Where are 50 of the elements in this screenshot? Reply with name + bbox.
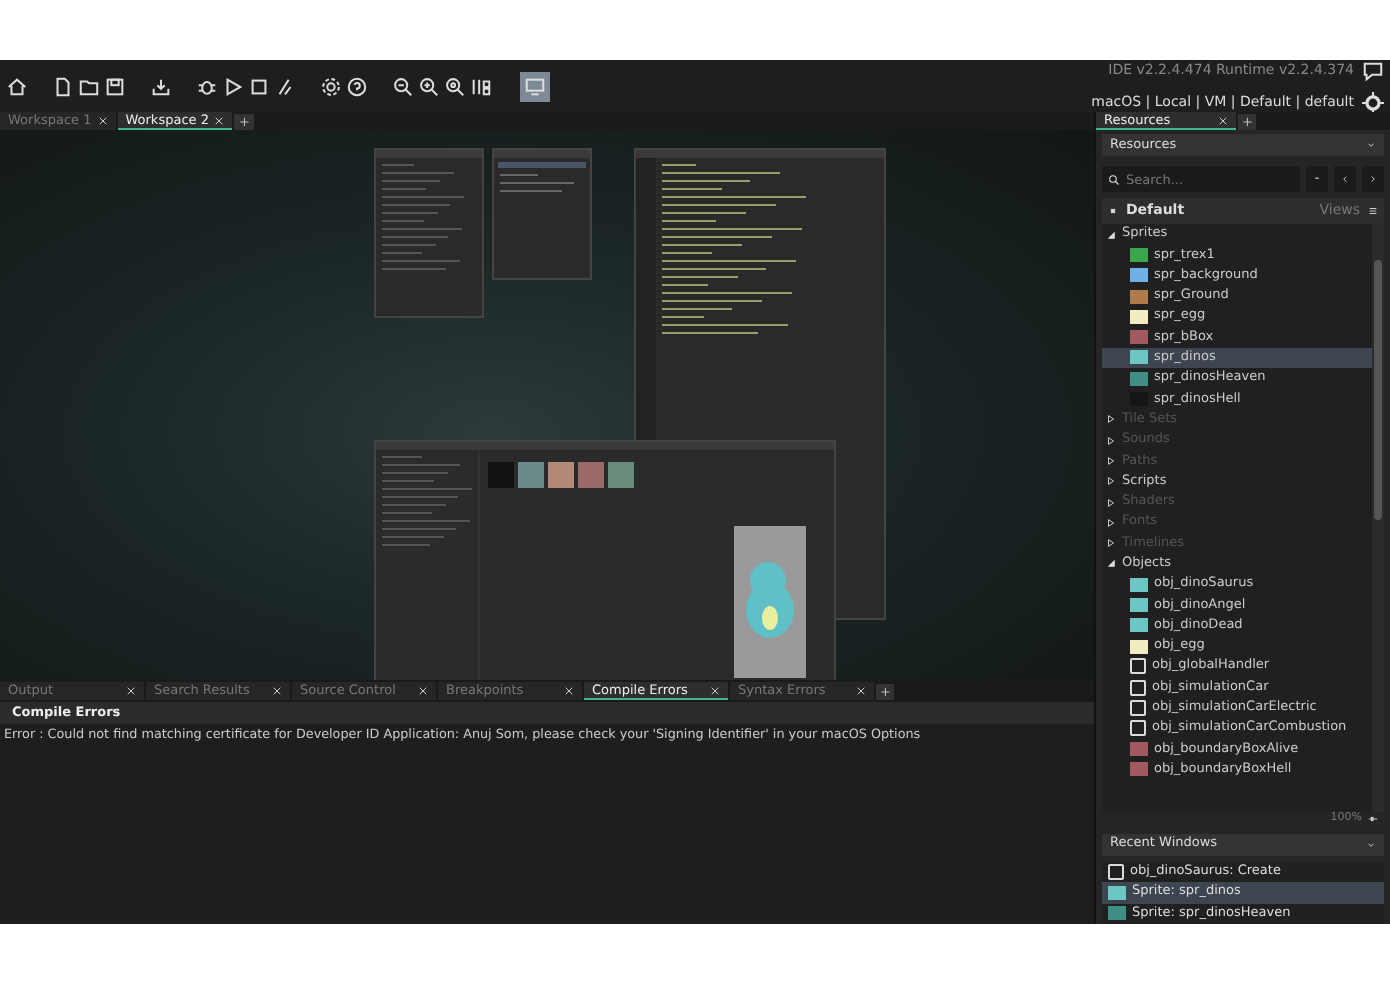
close-icon[interactable] — [1218, 115, 1228, 125]
play-icon[interactable] — [222, 75, 244, 97]
expanded-arrow-icon[interactable] — [1106, 558, 1116, 569]
frame-thumbnail[interactable] — [608, 462, 634, 488]
folder-icon[interactable] — [78, 75, 100, 97]
home-icon[interactable] — [6, 75, 28, 97]
close-icon[interactable] — [272, 686, 282, 697]
monitor-button[interactable] — [520, 71, 550, 101]
zoom-in-icon[interactable] — [418, 75, 440, 97]
close-icon[interactable] — [126, 686, 136, 697]
help-icon[interactable] — [346, 75, 368, 97]
chat-icon[interactable] — [1362, 59, 1384, 81]
new-file-icon[interactable] — [52, 75, 74, 97]
frame-thumbnail[interactable] — [578, 462, 604, 488]
close-icon[interactable] — [856, 686, 866, 697]
settings-icon[interactable] — [320, 75, 342, 97]
bug-icon[interactable] — [196, 75, 218, 97]
zoom-reset-icon[interactable] — [444, 75, 466, 97]
frame-thumbnail[interactable] — [518, 462, 544, 488]
expanded-arrow-icon[interactable] — [1106, 229, 1116, 240]
tray-icon[interactable] — [150, 75, 172, 97]
close-icon[interactable] — [418, 686, 428, 697]
collapsed-arrow-icon[interactable] — [1106, 476, 1116, 487]
collapsed-arrow-icon[interactable] — [1106, 497, 1116, 507]
collapsed-arrow-icon[interactable] — [1106, 517, 1116, 528]
stop-icon[interactable] — [248, 75, 270, 97]
target-icon[interactable] — [1362, 91, 1384, 113]
collapsed-arrow-icon[interactable] — [1106, 538, 1116, 549]
frame-thumbnail[interactable] — [488, 462, 514, 488]
collapsed-arrow-icon[interactable] — [1106, 414, 1116, 425]
zoom-out-icon[interactable] — [392, 75, 414, 97]
menu-icon[interactable] — [1368, 206, 1378, 216]
close-icon[interactable] — [214, 115, 225, 125]
close-icon[interactable] — [710, 685, 720, 696]
object-icon — [1108, 863, 1124, 880]
save-icon[interactable] — [104, 75, 126, 97]
scrollbar[interactable] — [1372, 224, 1384, 811]
chevron-down-icon — [1366, 839, 1376, 849]
close-icon[interactable] — [97, 116, 108, 126]
frame-thumbnail[interactable] — [548, 462, 574, 488]
search-icon — [1108, 174, 1120, 186]
chevron-right-icon — [1368, 173, 1378, 184]
chevron-down-icon — [1366, 140, 1376, 150]
events-window-thumbnail — [492, 148, 592, 280]
collapsed-arrow-icon[interactable] — [1106, 455, 1116, 466]
chevron-left-icon — [1340, 173, 1350, 184]
zoom-slider-icon[interactable] — [1368, 813, 1378, 823]
collapsed-arrow-icon[interactable] — [1106, 435, 1116, 446]
monitor-icon — [524, 75, 546, 97]
close-icon[interactable] — [564, 686, 574, 697]
